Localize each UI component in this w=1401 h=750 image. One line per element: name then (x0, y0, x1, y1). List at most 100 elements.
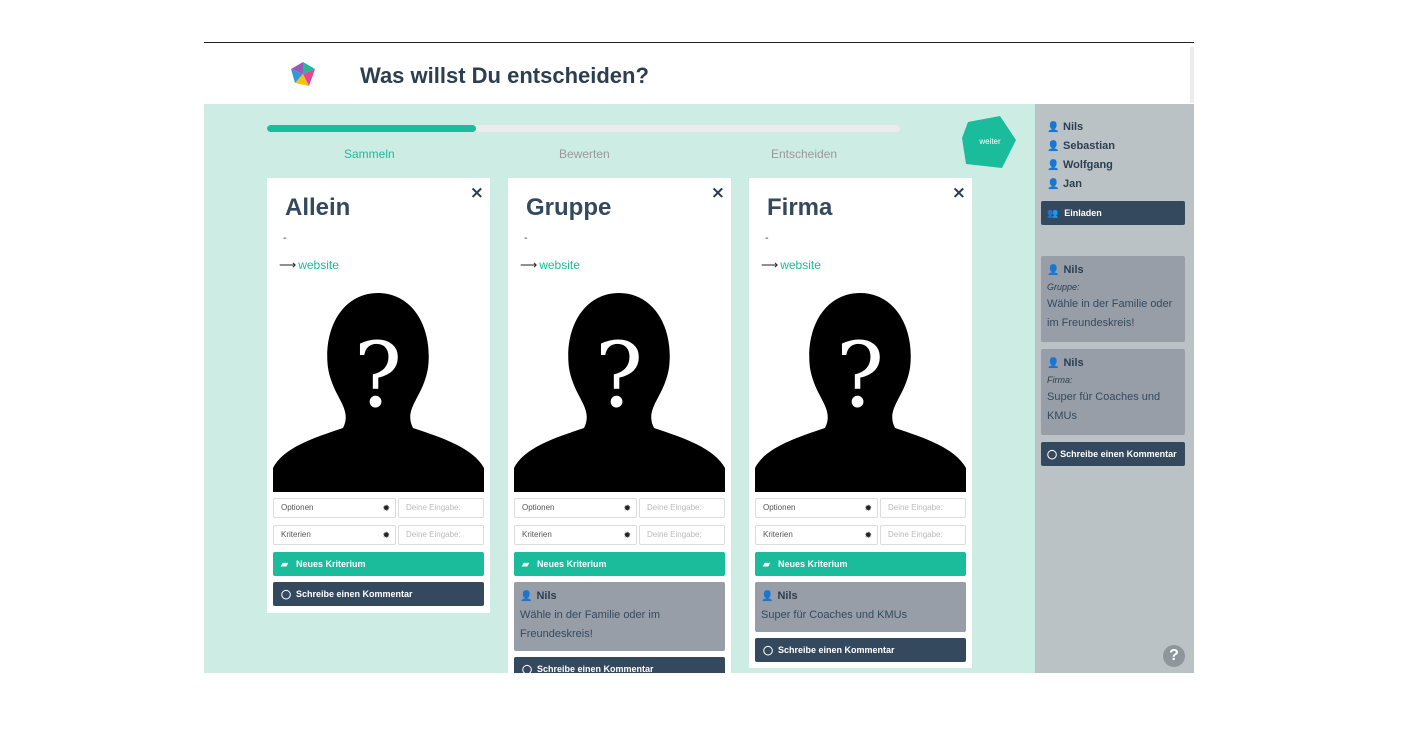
help-icon[interactable]: ? (1163, 645, 1185, 667)
placeholder-person-image: ? (514, 288, 725, 492)
gear-icon[interactable]: ✹ (864, 526, 872, 544)
main-area: Sammeln Bewerten Entscheiden weiter × Al… (204, 104, 1035, 673)
svg-text:?: ? (354, 323, 402, 428)
gear-icon[interactable]: ✹ (623, 499, 631, 517)
sidebar: 👤 Nils 👤 Sebastian 👤 Wolfgang 👤 Jan 👥 Einlade… (1035, 104, 1194, 673)
close-icon[interactable]: × (711, 183, 725, 203)
website-link[interactable]: ⟶ website (520, 258, 580, 272)
new-criterion-button[interactable]: ▰ Neues Kriterium (273, 552, 484, 576)
criteria-input[interactable]: Deine Eingabe: (639, 525, 725, 545)
options-select[interactable]: Optionen ✹ (514, 498, 637, 518)
write-comment-label[interactable]: Schreibe einen Kommentar (537, 664, 654, 673)
sidebar-write-comment-button[interactable]: ◯ Schreibe einen Kommentar (1041, 442, 1185, 466)
tag-icon: ▰ (522, 559, 529, 569)
member-name: Wolfgang (1063, 159, 1113, 171)
arrow-right-icon: ⟶ (279, 258, 297, 272)
comment-reference: Gruppe: (1047, 282, 1080, 292)
card-title: Firma (767, 194, 833, 221)
option-card-firma: × Firma - ⟶ website ? Optionen ✹ Deine Ein… (749, 178, 972, 668)
scrollbar[interactable] (1190, 47, 1194, 103)
write-comment-button[interactable]: ◯ Schreibe einen Kommentar (514, 657, 725, 673)
options-input[interactable]: Deine Eingabe: (398, 498, 484, 518)
card-description: - (283, 233, 287, 244)
card-title: Allein (285, 194, 351, 221)
sidebar-comment-item: 👤 Nils Gruppe: Wähle in der Familie oder … (1041, 256, 1185, 342)
write-comment-label[interactable]: Schreibe einen Kommentar (778, 645, 895, 655)
gear-icon[interactable]: ✹ (623, 526, 631, 544)
new-criterion-label[interactable]: Neues Kriterium (778, 559, 848, 569)
next-button-label[interactable]: weiter (960, 137, 1020, 146)
comment-icon: ◯ (1047, 449, 1058, 459)
logo-icon[interactable] (289, 60, 317, 88)
write-comment-label[interactable]: Schreibe einen Kommentar (296, 589, 413, 599)
comment-text: Wähle in der Familie oder im Freundeskre… (520, 609, 660, 640)
close-icon[interactable]: × (952, 183, 966, 203)
app-frame: Was willst Du entscheiden? Sammeln Bewer… (204, 42, 1194, 673)
card-description: - (765, 233, 769, 244)
comment-author: Nils (536, 590, 557, 602)
options-select[interactable]: Optionen ✹ (273, 498, 396, 518)
arrow-right-icon: ⟶ (761, 258, 779, 272)
close-icon[interactable]: × (470, 183, 484, 203)
member-wolfgang[interactable]: 👤 Wolfgang (1047, 159, 1113, 171)
write-comment-label[interactable]: Schreibe einen Kommentar (1060, 449, 1177, 459)
gear-icon[interactable]: ✹ (864, 499, 872, 517)
new-criterion-button[interactable]: ▰ Neues Kriterium (755, 552, 966, 576)
option-card-allein: × Allein - ⟶ website ? Optionen ✹ Deine Ei… (267, 178, 490, 613)
website-link[interactable]: ⟶ website (279, 258, 339, 272)
progress-fill (267, 125, 476, 132)
options-label: Optionen (522, 503, 555, 512)
comment-text: Super für Coaches und KMUs (1047, 391, 1161, 422)
user-icon: 👤 (1047, 179, 1060, 190)
criteria-input[interactable]: Deine Eingabe: (398, 525, 484, 545)
gear-icon[interactable]: ✹ (382, 526, 390, 544)
new-criterion-label[interactable]: Neues Kriterium (296, 559, 366, 569)
comment-author: Nils (1063, 264, 1084, 276)
users-icon: 👥 (1047, 208, 1059, 218)
member-name: Sebastian (1063, 140, 1115, 152)
criteria-input[interactable]: Deine Eingabe: (880, 525, 966, 545)
svg-text:?: ? (595, 323, 643, 428)
website-link[interactable]: ⟶ website (761, 258, 821, 272)
step-bewerten[interactable]: Bewerten (559, 147, 610, 161)
comment-item: 👤 Nils Wähle in der Familie oder im Freun… (514, 582, 725, 651)
user-icon: 👤 (1047, 358, 1060, 369)
arrow-right-icon: ⟶ (520, 258, 538, 272)
gear-icon[interactable]: ✹ (382, 499, 390, 517)
comment-icon: ◯ (763, 645, 774, 655)
comment-reference: Firma: (1047, 375, 1073, 385)
website-link-label[interactable]: website (780, 258, 821, 272)
comment-text: Super für Coaches und KMUs (761, 609, 908, 621)
user-icon: 👤 (520, 591, 533, 602)
tag-icon: ▰ (763, 559, 770, 569)
user-icon: 👤 (1047, 141, 1060, 152)
write-comment-button[interactable]: ◯ Schreibe einen Kommentar (755, 638, 966, 662)
user-icon: 👤 (1047, 122, 1060, 133)
svg-text:?: ? (836, 323, 884, 428)
invite-button[interactable]: 👥 Einladen (1041, 201, 1185, 225)
criteria-label: Kriterien (522, 530, 552, 539)
member-jan[interactable]: 👤 Jan (1047, 178, 1082, 190)
criteria-select[interactable]: Kriterien ✹ (755, 525, 878, 545)
step-sammeln[interactable]: Sammeln (344, 147, 395, 161)
criteria-label: Kriterien (763, 530, 793, 539)
comment-icon: ◯ (281, 589, 292, 599)
member-name: Jan (1063, 178, 1082, 190)
website-link-label[interactable]: website (298, 258, 339, 272)
options-input[interactable]: Deine Eingabe: (639, 498, 725, 518)
invite-label[interactable]: Einladen (1064, 208, 1102, 218)
website-link-label[interactable]: website (539, 258, 580, 272)
placeholder-person-image: ? (273, 288, 484, 492)
criteria-select[interactable]: Kriterien ✹ (273, 525, 396, 545)
new-criterion-label[interactable]: Neues Kriterium (537, 559, 607, 569)
member-sebastian[interactable]: 👤 Sebastian (1047, 140, 1115, 152)
placeholder-person-image: ? (755, 288, 966, 492)
new-criterion-button[interactable]: ▰ Neues Kriterium (514, 552, 725, 576)
options-input[interactable]: Deine Eingabe: (880, 498, 966, 518)
comment-text: Wähle in der Familie oder im Freundeskre… (1047, 298, 1173, 329)
step-entscheiden[interactable]: Entscheiden (771, 147, 837, 161)
write-comment-button[interactable]: ◯ Schreibe einen Kommentar (273, 582, 484, 606)
criteria-select[interactable]: Kriterien ✹ (514, 525, 637, 545)
member-nils[interactable]: 👤 Nils (1047, 121, 1083, 133)
options-select[interactable]: Optionen ✹ (755, 498, 878, 518)
